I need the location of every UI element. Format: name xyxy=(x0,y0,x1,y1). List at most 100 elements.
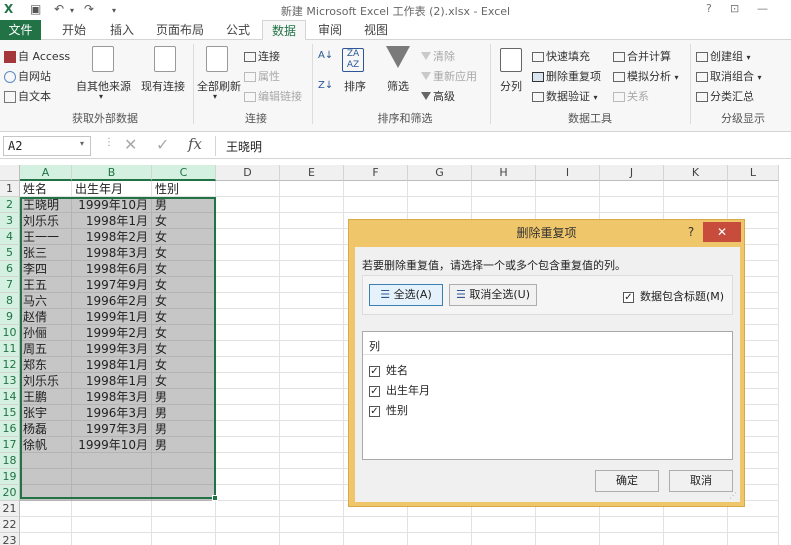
cell[interactable]: 男 xyxy=(152,197,216,213)
cell[interactable] xyxy=(280,437,344,453)
cell[interactable] xyxy=(280,517,344,533)
row-header[interactable]: 2 xyxy=(0,197,20,213)
cell[interactable]: 1998年3月 xyxy=(72,389,152,405)
cell[interactable]: 徐帆 xyxy=(20,437,72,453)
cell[interactable] xyxy=(20,485,72,501)
row-header[interactable]: 4 xyxy=(0,229,20,245)
cell[interactable] xyxy=(600,517,664,533)
row-header[interactable]: 14 xyxy=(0,389,20,405)
enter-icon[interactable]: ✓ xyxy=(156,135,169,154)
cell[interactable] xyxy=(152,469,216,485)
cell[interactable] xyxy=(72,533,152,545)
cell[interactable] xyxy=(280,197,344,213)
tab-review[interactable]: 审阅 xyxy=(312,20,348,40)
ok-button[interactable]: 确定 xyxy=(595,470,659,492)
cell[interactable] xyxy=(600,197,664,213)
column-header[interactable]: A xyxy=(20,165,72,181)
cell[interactable] xyxy=(728,533,779,545)
ungroup-button[interactable]: 取消组合 ▾ xyxy=(696,68,762,84)
cell[interactable]: 王鹏 xyxy=(20,389,72,405)
cell[interactable] xyxy=(280,213,344,229)
cell[interactable] xyxy=(728,517,779,533)
fill-handle[interactable] xyxy=(212,495,218,501)
cell[interactable]: 1998年2月 xyxy=(72,229,152,245)
group-button[interactable]: 创建组 ▾ xyxy=(696,48,751,64)
cancel-icon[interactable]: ✕ xyxy=(124,135,137,154)
cell[interactable]: 刘乐乐 xyxy=(20,213,72,229)
cell[interactable] xyxy=(472,517,536,533)
cell[interactable] xyxy=(344,517,408,533)
edit-links-button[interactable]: 编辑链接 xyxy=(244,88,302,104)
cell[interactable]: 女 xyxy=(152,373,216,389)
row-header[interactable]: 8 xyxy=(0,293,20,309)
refresh-all-button[interactable]: 全部刷新 xyxy=(197,78,241,94)
cell[interactable] xyxy=(216,293,280,309)
cell[interactable]: 女 xyxy=(152,213,216,229)
cell[interactable]: 姓名 xyxy=(20,181,72,197)
cell[interactable] xyxy=(216,309,280,325)
tab-data[interactable]: 数据 xyxy=(262,20,306,41)
cell[interactable]: 1999年10月 xyxy=(72,437,152,453)
cell[interactable] xyxy=(20,501,72,517)
cell[interactable] xyxy=(216,357,280,373)
from-text-button[interactable]: 自文本 xyxy=(4,88,51,104)
properties-button[interactable]: 属性 xyxy=(244,68,280,84)
cell[interactable]: 郑东 xyxy=(20,357,72,373)
cell[interactable]: 1998年1月 xyxy=(72,357,152,373)
cell[interactable] xyxy=(152,501,216,517)
cell[interactable]: 男 xyxy=(152,405,216,421)
row-header[interactable]: 13 xyxy=(0,373,20,389)
cell[interactable] xyxy=(216,533,280,545)
cell[interactable]: 1998年3月 xyxy=(72,245,152,261)
cell[interactable]: 1998年1月 xyxy=(72,213,152,229)
has-headers-checkbox[interactable]: ✓ 数据包含标题(M) xyxy=(623,288,724,304)
column-header[interactable]: K xyxy=(664,165,728,181)
cell[interactable] xyxy=(728,197,779,213)
cell[interactable] xyxy=(216,245,280,261)
cell[interactable] xyxy=(280,373,344,389)
cell[interactable] xyxy=(216,469,280,485)
cell[interactable] xyxy=(408,517,472,533)
cell[interactable] xyxy=(280,421,344,437)
cell[interactable]: 赵倩 xyxy=(20,309,72,325)
cell[interactable]: 女 xyxy=(152,325,216,341)
cell[interactable] xyxy=(280,325,344,341)
cell[interactable] xyxy=(216,341,280,357)
name-box[interactable]: A2 xyxy=(3,136,91,156)
cancel-button[interactable]: 取消 xyxy=(669,470,733,492)
cell[interactable] xyxy=(664,197,728,213)
row-header[interactable]: 9 xyxy=(0,309,20,325)
column-checkbox[interactable]: ✓ 性别 xyxy=(369,402,408,418)
data-validation-button[interactable]: 数据验证 ▾ xyxy=(532,88,598,104)
dialog-close-button[interactable]: ✕ xyxy=(703,222,741,242)
column-header[interactable]: B xyxy=(72,165,152,181)
cell[interactable]: 1999年3月 xyxy=(72,341,152,357)
row-header[interactable]: 16 xyxy=(0,421,20,437)
flash-fill-button[interactable]: 快速填充 xyxy=(532,48,590,64)
existing-connections-button[interactable]: 现有连接 xyxy=(141,78,185,94)
dialog-help-button[interactable]: ? xyxy=(682,223,700,241)
cell[interactable] xyxy=(216,453,280,469)
column-header[interactable]: F xyxy=(344,165,408,181)
connections-button[interactable]: 连接 xyxy=(244,48,280,64)
cell[interactable]: 男 xyxy=(152,437,216,453)
text-to-columns-button[interactable]: 分列 xyxy=(500,78,522,94)
row-header[interactable]: 3 xyxy=(0,213,20,229)
cell[interactable] xyxy=(216,517,280,533)
cell[interactable] xyxy=(216,325,280,341)
cell[interactable] xyxy=(408,181,472,197)
cell[interactable]: 王五 xyxy=(20,277,72,293)
cell[interactable] xyxy=(280,309,344,325)
subtotal-button[interactable]: 分类汇总 xyxy=(696,88,754,104)
cell[interactable]: 1996年2月 xyxy=(72,293,152,309)
row-header[interactable]: 12 xyxy=(0,357,20,373)
cell[interactable] xyxy=(72,453,152,469)
remove-duplicates-button[interactable]: 删除重复项 xyxy=(532,68,601,84)
cell[interactable] xyxy=(280,341,344,357)
cell[interactable] xyxy=(600,533,664,545)
select-all-button[interactable]: ☰ 全选(A) xyxy=(369,284,443,306)
tab-insert[interactable]: 插入 xyxy=(104,20,140,40)
row-header[interactable]: 23 xyxy=(0,533,20,545)
cell[interactable] xyxy=(216,277,280,293)
minimize-icon[interactable]: — xyxy=(757,2,768,15)
